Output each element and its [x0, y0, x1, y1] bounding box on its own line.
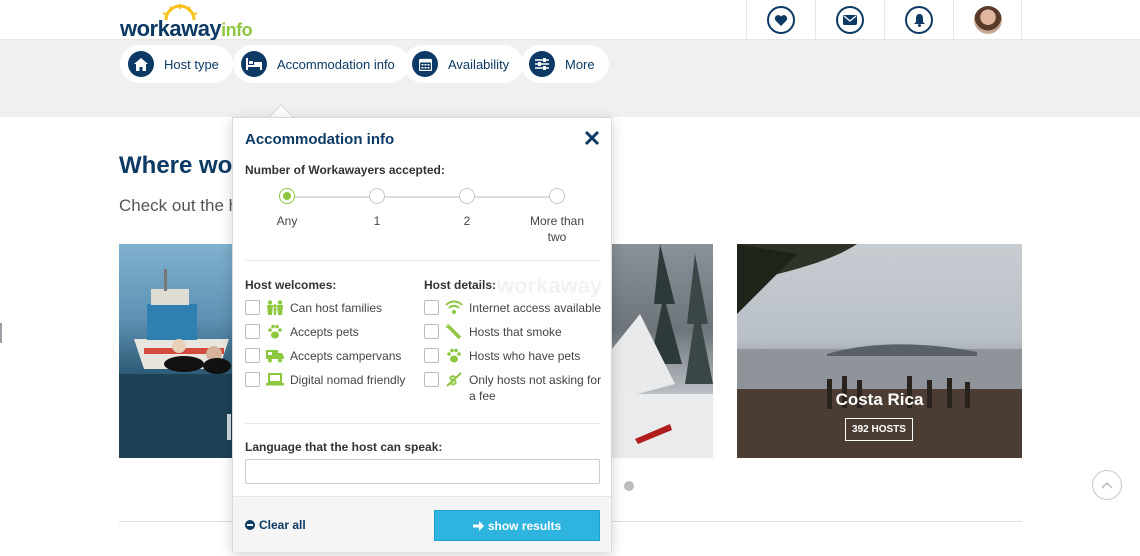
checkbox[interactable]: [424, 372, 439, 387]
filter-label: Accommodation info: [277, 56, 395, 72]
messages-button[interactable]: [815, 0, 884, 40]
slider-option-1[interactable]: [369, 188, 385, 204]
envelope-icon: [843, 15, 857, 25]
popup-footer: Clear all show results: [233, 496, 611, 552]
scroll-edge: [0, 323, 2, 343]
checkbox-label: Hosts that smoke: [469, 325, 562, 339]
checkbox-label: Can host families: [290, 301, 383, 315]
checkbox-label: Accepts pets: [290, 325, 359, 339]
checkbox-label: Accepts campervans: [290, 349, 402, 363]
host-welcomes-label: Host welcomes:: [245, 278, 337, 292]
cigarette-icon: [446, 324, 462, 339]
checkbox[interactable]: [245, 372, 260, 387]
checkbox[interactable]: [245, 300, 260, 315]
checkbox-hosts-smoke[interactable]: Hosts that smoke: [424, 324, 562, 340]
scroll-top-button[interactable]: [1092, 470, 1122, 500]
checkbox-internet-access[interactable]: Internet access available: [424, 300, 601, 316]
checkbox[interactable]: [245, 324, 260, 339]
checkbox-no-fee[interactable]: $ Only hosts not asking for a fee: [424, 372, 604, 404]
watermark: workaway: [497, 273, 603, 298]
checkbox-hosts-have-pets[interactable]: Hosts who have pets: [424, 348, 580, 364]
language-input[interactable]: [245, 459, 600, 484]
filter-label: More: [565, 56, 595, 72]
workaway-logo[interactable]: workawayinfo: [120, 4, 260, 41]
logo-suffix: info: [221, 20, 253, 40]
header-icons: [746, 0, 1022, 40]
arrow-right-icon: [472, 520, 484, 531]
family-icon: [267, 300, 283, 315]
filter-availability[interactable]: Availability: [404, 45, 524, 83]
slider-option-any[interactable]: [279, 188, 295, 204]
sliders-icon: [535, 58, 549, 70]
host-details-label: Host details:: [424, 278, 497, 292]
divider: [245, 260, 600, 261]
divider: [245, 423, 600, 424]
checkbox-label: Hosts who have pets: [469, 349, 581, 363]
checkbox-digital-nomad[interactable]: Digital nomad friendly: [245, 372, 405, 388]
slider-label: More than two: [529, 214, 585, 244]
checkbox-label: Only hosts not asking for a fee: [469, 373, 602, 403]
section-heading: Where wou: [119, 152, 248, 179]
chevron-up-icon: [1101, 481, 1113, 489]
section-subheading: Check out the h: [119, 196, 239, 215]
slider-label: 1: [373, 214, 381, 228]
close-icon[interactable]: [583, 129, 601, 147]
filter-label: Host type: [164, 56, 219, 72]
filter-label: Availability: [448, 56, 510, 72]
accommodation-popup: Accommodation info Number of Workawayers…: [232, 117, 612, 552]
show-results-label: show results: [487, 518, 562, 533]
carousel-dot[interactable]: [624, 481, 634, 491]
checkbox-accepts-campervans[interactable]: Accepts campervans: [245, 348, 401, 364]
language-label: Language that the host can speak:: [245, 440, 443, 454]
checkbox-accepts-pets[interactable]: Accepts pets: [245, 324, 359, 340]
slider-option-2[interactable]: [459, 188, 475, 204]
snow-forest-photo: [600, 244, 713, 458]
campervan-icon: [266, 350, 284, 363]
favorites-button[interactable]: [746, 0, 815, 40]
clear-all-label: Clear all: [259, 518, 306, 532]
popup-title: Accommodation info: [245, 131, 395, 148]
show-results-button[interactable]: show results: [434, 510, 600, 541]
laptop-icon: [266, 373, 284, 386]
card-title: Costa Rica: [835, 390, 924, 409]
workawayers-label: Number of Workawayers accepted:: [245, 163, 445, 177]
logo-text: workaway: [120, 16, 222, 41]
checkbox-label: Digital nomad friendly: [290, 373, 406, 387]
workawayers-slider-track[interactable]: [287, 196, 557, 198]
paw-icon: [447, 348, 461, 363]
bell-icon: [913, 14, 925, 27]
checkbox[interactable]: [245, 348, 260, 363]
paw-icon: [268, 324, 282, 339]
bed-icon: [246, 58, 262, 70]
profile-button[interactable]: [953, 0, 1022, 40]
checkbox[interactable]: [424, 300, 439, 315]
avatar: [973, 6, 1002, 34]
calendar-icon: [418, 58, 432, 71]
filter-more[interactable]: More: [521, 45, 609, 83]
hosts-count-button[interactable]: 392 HOSTS: [845, 418, 913, 441]
home-icon: [134, 57, 148, 71]
slider-label: Any: [276, 214, 298, 228]
checkbox[interactable]: [424, 324, 439, 339]
slider-label: 2: [463, 214, 471, 228]
checkbox-label: Internet access available: [469, 301, 602, 315]
filter-host-type[interactable]: Host type: [120, 45, 233, 83]
filter-accommodation-info[interactable]: Accommodation info: [233, 45, 409, 83]
checkbox[interactable]: [424, 348, 439, 363]
heart-icon: [774, 14, 788, 26]
destination-card[interactable]: Costa Rica 392 HOSTS: [737, 244, 1022, 458]
clear-all-button[interactable]: Clear all: [245, 518, 306, 532]
wifi-icon: [445, 300, 463, 314]
minus-circle-icon: [245, 520, 255, 530]
destination-card[interactable]: [600, 244, 713, 458]
no-fee-icon: $: [446, 372, 462, 387]
top-bar: workawayinfo: [0, 0, 1140, 41]
checkbox-can-host-families[interactable]: Can host families: [245, 300, 382, 316]
notifications-button[interactable]: [884, 0, 953, 40]
slider-option-more[interactable]: [549, 188, 565, 204]
